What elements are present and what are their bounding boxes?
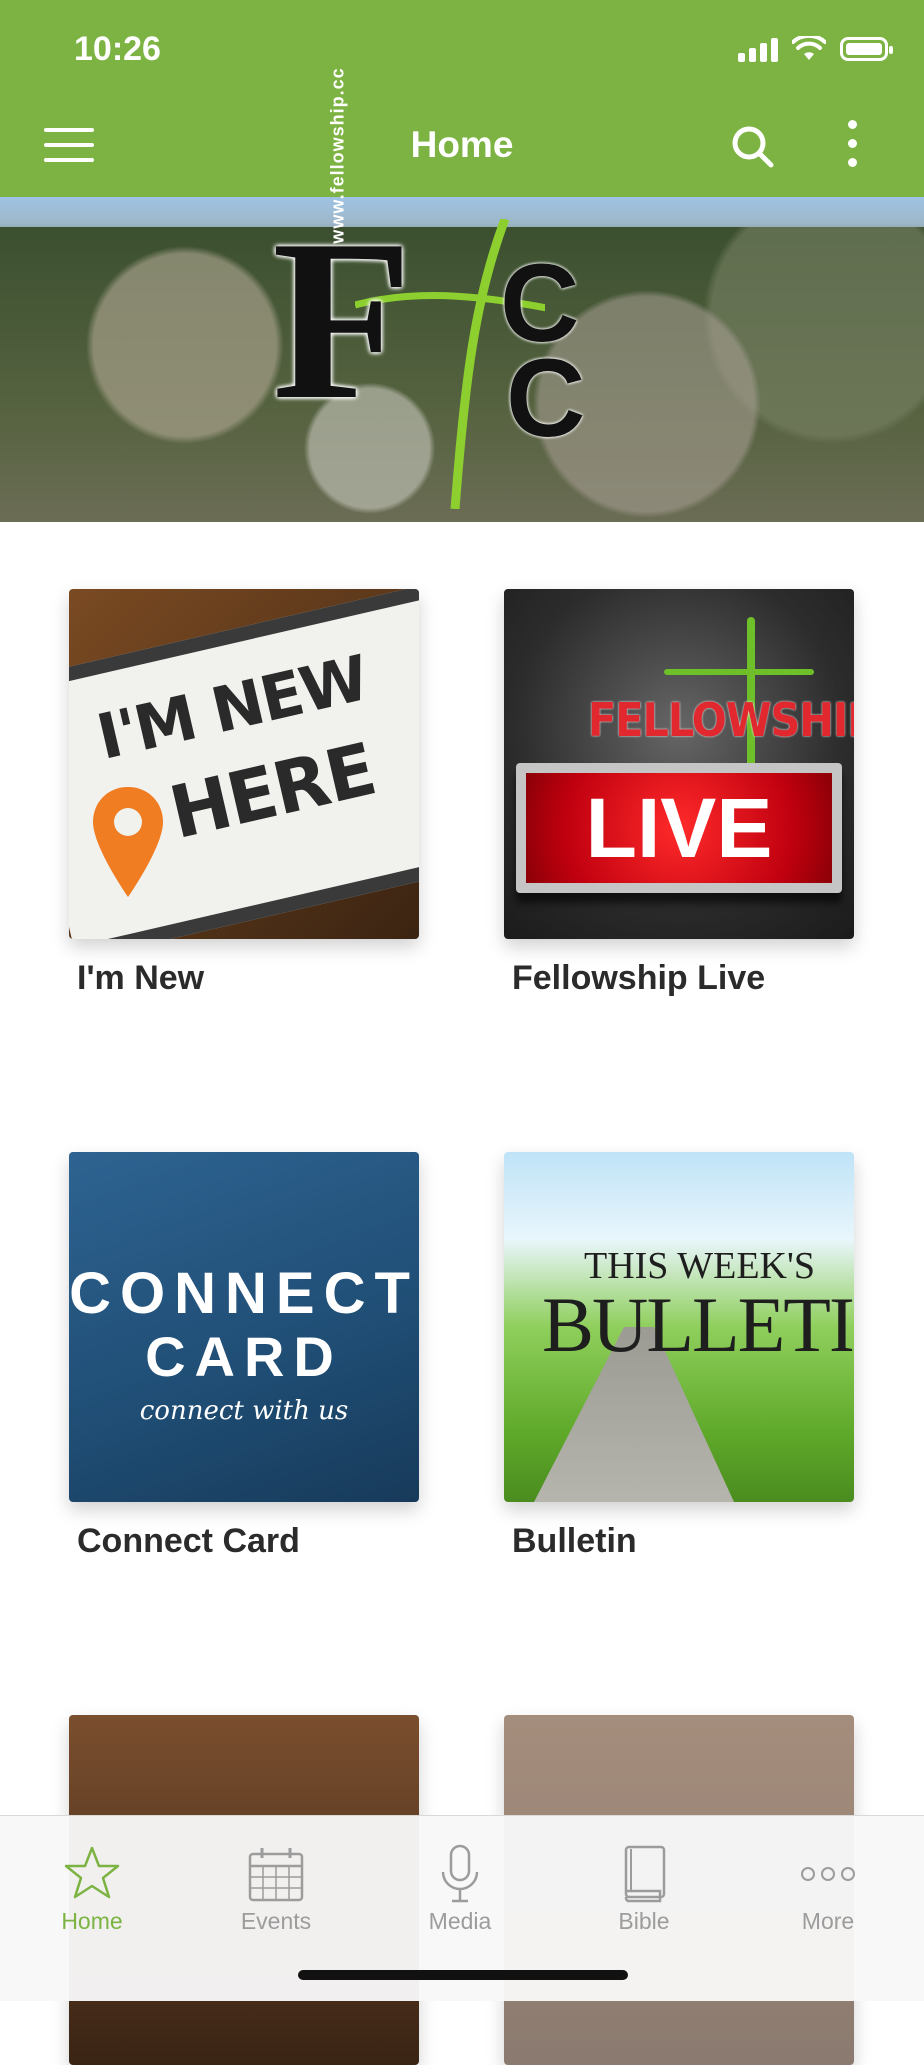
tile-connect-card[interactable]: CONNECT CARD connect with us Connect Car… xyxy=(69,1152,419,1561)
book-icon xyxy=(624,1845,666,1903)
connect-card-image-line3: connect with us xyxy=(139,1396,349,1426)
tab-events[interactable]: Events xyxy=(184,1826,368,1936)
bulletin-image: THIS WEEK'S BULLETIN xyxy=(504,1152,854,1502)
overflow-menu-button[interactable] xyxy=(840,120,864,174)
star-icon xyxy=(64,1846,120,1899)
more-dots-icon xyxy=(801,1867,855,1881)
vertical-dots-icon xyxy=(840,120,864,167)
calendar-icon xyxy=(248,1848,304,1902)
microphone-icon xyxy=(441,1844,479,1903)
tile-label: Connect Card xyxy=(77,1522,300,1560)
tab-more[interactable]: More xyxy=(736,1826,920,1936)
wifi-icon xyxy=(792,36,826,60)
tile-im-new[interactable]: I'M NEW HERE I'm New xyxy=(69,589,419,998)
tile-label: Bulletin xyxy=(512,1522,637,1560)
cellular-signal-icon xyxy=(738,36,778,62)
church-banner xyxy=(0,197,924,522)
bulletin-image-line2: BULLETIN xyxy=(542,1281,854,1368)
status-icons xyxy=(738,36,893,62)
tile-label: Fellowship Live xyxy=(512,959,766,997)
page-title: Home xyxy=(410,124,514,165)
battery-icon xyxy=(840,37,893,61)
home-indicator[interactable] xyxy=(298,1970,628,1980)
fellowship-live-image-line1: FELLOWSHIP xyxy=(588,693,854,747)
tab-bible[interactable]: Bible xyxy=(552,1826,736,1936)
tab-label: Media xyxy=(428,1908,492,1934)
tab-media[interactable]: Media xyxy=(368,1826,552,1936)
logo-letter-f: F xyxy=(272,192,413,447)
app-header: 10:26 Home xyxy=(0,0,924,197)
map-pin-icon xyxy=(93,787,163,897)
search-icon xyxy=(732,126,774,168)
fellowship-live-image-line2: LIVE xyxy=(526,773,832,883)
tab-label: Events xyxy=(240,1908,312,1934)
tab-label: Bible xyxy=(618,1908,670,1934)
logo-letter-c-bottom: C xyxy=(506,337,586,460)
connect-card-image: CONNECT CARD connect with us xyxy=(69,1152,419,1502)
connect-card-image-line1: CONNECT xyxy=(69,1261,419,1326)
search-button[interactable] xyxy=(730,124,776,170)
tab-home[interactable]: Home xyxy=(0,1826,184,1936)
tab-label: Home xyxy=(61,1908,123,1934)
tile-bulletin[interactable]: THIS WEEK'S BULLETIN Bulletin xyxy=(504,1152,854,1561)
connect-card-image-line2: CARD xyxy=(145,1325,343,1388)
status-time: 10:26 xyxy=(74,30,161,68)
tile-fellowship-live[interactable]: FELLOWSHIP LIVE Fellowship Live xyxy=(504,589,854,998)
tab-label: More xyxy=(801,1908,855,1934)
fellowship-live-image: FELLOWSHIP LIVE xyxy=(504,589,854,939)
im-new-image: I'M NEW HERE xyxy=(69,589,419,939)
tile-label: I'm New xyxy=(77,959,205,997)
